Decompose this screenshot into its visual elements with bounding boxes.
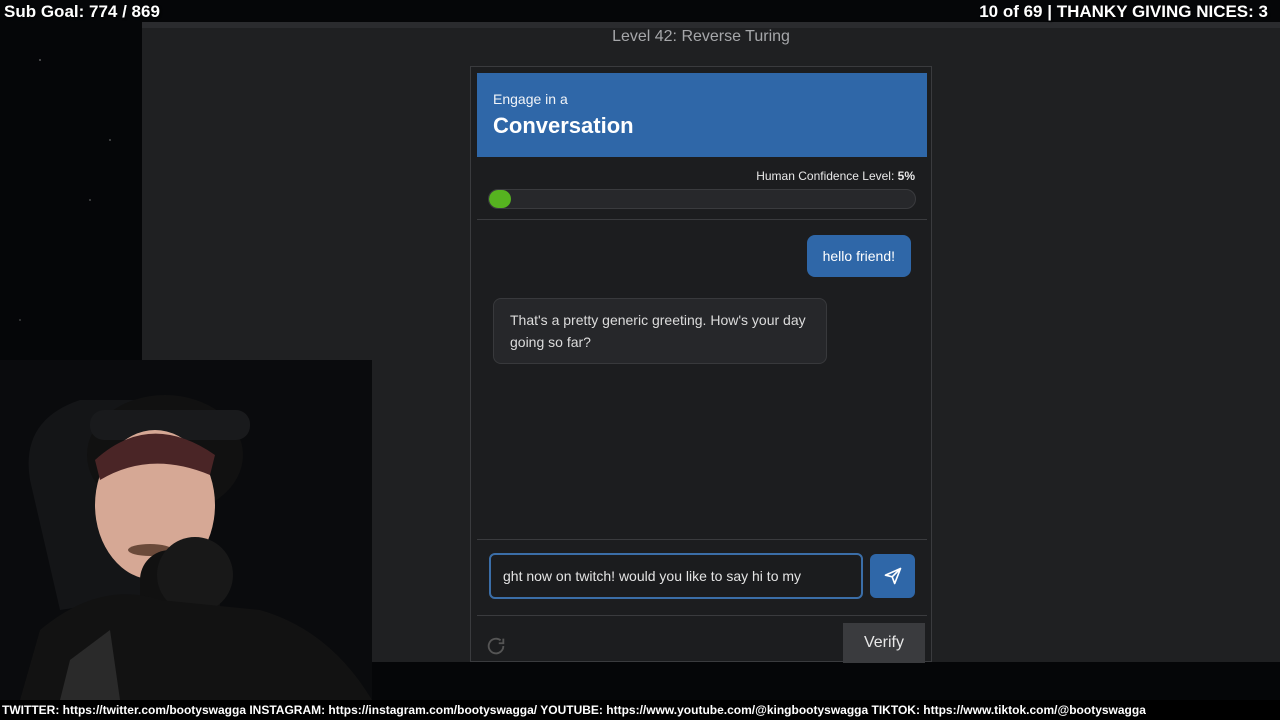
streamer-webcam — [0, 360, 372, 700]
send-button[interactable] — [870, 554, 915, 598]
send-icon — [884, 567, 901, 585]
confidence-label-text: Human Confidence Level: — [756, 169, 895, 183]
bot-message: That's a pretty generic greeting. How's … — [493, 298, 827, 364]
sub-goal-counter: Sub Goal: 774 / 869 — [4, 2, 160, 21]
header-subtitle: Engage in a — [493, 91, 568, 107]
verify-button[interactable]: Verify — [843, 623, 925, 663]
challenge-header: Engage in a Conversation — [477, 73, 927, 157]
divider — [477, 219, 927, 220]
confidence-label: Human Confidence Level: 5% — [756, 169, 915, 183]
social-links-ticker: TWITTER: https://twitter.com/bootyswagga… — [0, 700, 1280, 720]
confidence-value: 5% — [897, 169, 915, 183]
refresh-icon[interactable] — [485, 635, 507, 657]
chat-input-row — [489, 553, 915, 599]
divider — [477, 539, 927, 540]
confidence-progress-bar — [488, 189, 916, 209]
header-title: Conversation — [493, 113, 634, 138]
confidence-progress-fill — [489, 190, 511, 208]
divider — [477, 615, 927, 616]
progress-counter: 10 of 69 | THANKY GIVING NICES: 3 — [979, 2, 1268, 21]
captcha-challenge-panel: Engage in a Conversation Human Confidenc… — [470, 66, 932, 663]
level-title: Level 42: Reverse Turing — [612, 28, 790, 45]
user-message: hello friend! — [806, 235, 911, 277]
chat-message-input[interactable] — [489, 553, 863, 599]
